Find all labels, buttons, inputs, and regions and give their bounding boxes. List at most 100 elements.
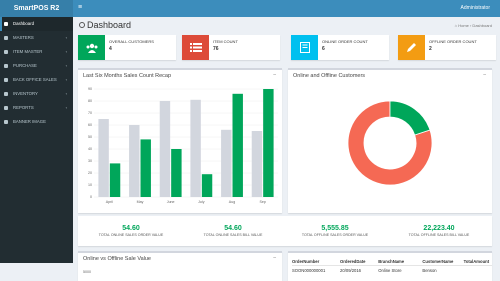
bar: [190, 99, 201, 197]
y-tick-label: 90: [88, 87, 92, 91]
stat-value: 5,555.85: [321, 225, 349, 232]
sidebar-item-back-office-sales[interactable]: BACK OFFICE SALES ‹: [0, 73, 73, 87]
sidebar-item-masters[interactable]: MASTERS ‹: [0, 31, 73, 45]
info-box-value: 2: [429, 46, 432, 52]
info-box-offline-order-count: OFFLINE ORDER COUNT 2: [398, 35, 496, 60]
bar: [140, 139, 151, 197]
box-title: Online and Offline Customers: [293, 73, 366, 79]
table-cell: 20/09/2016: [340, 268, 362, 273]
sidebar-item-reports[interactable]: REPORTS ‹: [0, 101, 73, 115]
dashboard-icon: [4, 22, 8, 26]
sidebar-item-label: BACK OFFICE SALES: [13, 77, 57, 82]
breadcrumb[interactable]: ⌂ Home › Dashboard: [455, 23, 492, 28]
sidebar-item-dashboard[interactable]: Dashboard: [0, 17, 73, 31]
collapse-icon[interactable]: ‒: [273, 255, 276, 261]
info-box-value: 76: [213, 46, 219, 52]
table-row[interactable]: SOON000000001 20/09/2016 Online Store Be…: [292, 266, 492, 275]
report-icon: [4, 106, 8, 110]
chevron-left-icon: ‹: [65, 77, 67, 82]
book-icon: [291, 35, 318, 60]
table-cell: Benson: [422, 268, 437, 273]
column-header: TotalAmount: [463, 259, 490, 264]
box-title: Online vs Offline Sale Value: [83, 256, 151, 262]
info-box-online-order-count: ONLINE ORDER COUNT 6: [291, 35, 389, 60]
app-brand[interactable]: SmartPOS R2: [0, 0, 73, 17]
collapse-icon[interactable]: ‒: [483, 72, 486, 78]
stat-label: TOTAL OFFLINE SALES ORDER VALUE: [301, 233, 369, 237]
dashboard-icon: [79, 22, 85, 28]
tag-icon: [4, 78, 8, 82]
y-tick-label: 50: [88, 135, 92, 139]
bar: [109, 163, 121, 197]
menu-toggle-icon[interactable]: ≡: [78, 4, 86, 12]
bar: [232, 93, 243, 197]
info-box-overall-customers: OVERALL CUSTOMERS 4: [78, 35, 176, 60]
y-tick-label: 10: [88, 183, 92, 187]
sidebar-item-label: INVENTORY: [13, 91, 38, 96]
x-tick-label: April: [106, 200, 113, 204]
info-box-label: ONLINE ORDER COUNT: [322, 39, 368, 44]
orders-table-box: OrderNumber OrderedDate BranchName Custo…: [288, 251, 492, 281]
info-box-label: ITEM COUNT: [213, 39, 238, 44]
image-icon: [4, 120, 8, 124]
bar: [129, 125, 140, 197]
sidebar-item-inventory[interactable]: INVENTORY ‹: [0, 87, 73, 101]
info-box-label: OVERALL CUSTOMERS: [109, 39, 154, 44]
column-header: BranchName: [378, 259, 405, 264]
info-box-value: 4: [109, 46, 112, 52]
bar: [171, 149, 182, 197]
info-box-label: OFFLINE ORDER COUNT: [429, 39, 477, 44]
stat-value: 22,223.40: [423, 225, 455, 232]
bar-chart: 0 10 20 30 40 50 60 70 80 90 April May June July Aug Se…: [88, 87, 278, 204]
bar: [98, 119, 109, 197]
chevron-left-icon: ‹: [65, 35, 67, 40]
bar: [251, 131, 263, 197]
x-tick-label: May: [137, 200, 144, 204]
table-cell: [464, 266, 492, 275]
chevron-left-icon: ‹: [65, 91, 67, 96]
sidebar-item-label: REPORTS: [13, 105, 34, 110]
column-header: OrderNumber: [292, 259, 320, 264]
top-navbar: SmartPOS R2 ≡ Administrator: [0, 0, 500, 17]
chevron-left-icon: ‹: [65, 105, 67, 110]
sidebar-item-item-master[interactable]: ITEM MASTER ‹: [0, 45, 73, 59]
y-tick-label: 20: [88, 171, 92, 175]
chevron-left-icon: ‹: [65, 49, 67, 54]
column-header: OrderedDate: [340, 259, 366, 264]
donut-slice: [389, 100, 431, 136]
table-cell: SOON000000001: [292, 268, 326, 273]
y-tick-label: 60: [88, 123, 92, 127]
sidebar-item-banner-image[interactable]: BANNER IMAGE: [0, 115, 73, 129]
info-box-value: 6: [322, 46, 325, 52]
orders-table: OrderNumber OrderedDate BranchName Custo…: [292, 257, 492, 275]
donut-chart: [347, 100, 433, 186]
sidebar-item-label: MASTERS: [13, 35, 34, 40]
page-title: Dashboard: [79, 20, 131, 30]
totals-box: 54.60 TOTAL ONLINE SALES ORDER VALUE 54.…: [78, 216, 492, 246]
y-tick-label: 80: [88, 99, 92, 103]
box-icon: [4, 92, 8, 96]
laptop-icon: [4, 36, 8, 40]
x-tick-label: June: [167, 200, 175, 204]
x-tick-label: July: [198, 200, 205, 204]
info-box-item-count: ITEM COUNT 76: [182, 35, 280, 60]
sidebar-item-purchase[interactable]: PURCHASE ‹: [0, 59, 73, 73]
sales-count-chart-box: Last Six Months Sales Count Recap ‒ 0 10 2…: [78, 68, 282, 213]
chevron-left-icon: ‹: [65, 63, 67, 68]
x-tick-label: Sep: [259, 200, 265, 204]
sidebar-item-label: Dashboard: [13, 21, 35, 26]
bar: [221, 129, 232, 197]
sidebar: Dashboard MASTERS ‹ ITEM MASTER ‹ PURCHA…: [0, 17, 73, 263]
collapse-icon[interactable]: ‒: [273, 72, 276, 78]
online-vs-offline-box: Online vs Offline Sale Value ‒ 5000: [78, 251, 282, 281]
stat-offline-order-value: 5,555.85 TOTAL OFFLINE SALES ORDER VALUE: [282, 216, 388, 237]
bar: [263, 89, 274, 197]
y-tick-label: 40: [88, 147, 92, 151]
stat-label: TOTAL ONLINE SALES ORDER VALUE: [98, 233, 164, 237]
stat-online-order-value: 54.60 TOTAL ONLINE SALES ORDER VALUE: [78, 216, 184, 237]
bar: [201, 174, 213, 197]
users-icon: [78, 35, 105, 60]
stat-value: 54.60: [122, 225, 140, 232]
box-title: Last Six Months Sales Count Recap: [83, 73, 172, 79]
user-menu[interactable]: Administrator: [461, 0, 490, 17]
